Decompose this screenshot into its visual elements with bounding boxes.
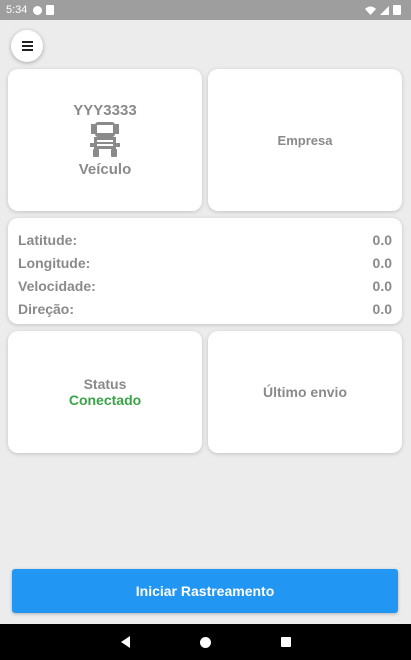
status-value: Conectado [68,392,142,408]
direction-label: Direção: [18,300,75,317]
speed-value: 0.0 [372,277,392,294]
speed-label: Velocidade: [18,277,96,294]
wifi-icon [365,6,376,15]
vehicle-label: Veículo [78,161,132,178]
status-bar: 5:34 [0,0,411,20]
hamburger-icon [21,40,33,43]
longitude-value: 0.0 [372,254,392,271]
battery-icon [393,5,401,15]
sd-card-icon [46,5,55,15]
back-icon[interactable] [120,636,130,648]
direction-row: Direção: 0.0 [18,297,392,320]
navigation-bar [0,624,411,660]
signal-icon [380,5,389,15]
status-time: 5:34 [6,4,28,16]
start-tracking-button[interactable]: Iniciar Rastreamento [12,569,398,613]
latitude-label: Latitude: [18,231,78,248]
last-send-label: Último envio [262,384,347,400]
menu-button[interactable] [11,30,43,62]
latitude-row: Latitude: 0.0 [18,228,392,251]
last-send-card: Último envio [208,331,402,453]
direction-value: 0.0 [372,300,392,317]
coordinates-card: Latitude: 0.0 Longitude: 0.0 Velocidade:… [8,218,402,324]
vehicle-plate: YYY3333 [73,102,137,119]
speed-row: Velocidade: 0.0 [18,274,392,297]
company-label: Empresa [277,132,333,148]
hamburger-icon-bar [21,49,33,52]
notification-icon [33,5,43,15]
status-card: Status Conectado [8,331,202,453]
vehicle-card: YYY3333 Veículo [8,69,202,211]
longitude-row: Longitude: 0.0 [18,251,392,274]
latitude-value: 0.0 [372,231,392,248]
recent-apps-icon[interactable] [280,637,291,647]
truck-icon [90,122,120,157]
company-card: Empresa [208,69,402,211]
longitude-label: Longitude: [18,254,91,271]
status-label: Status [83,376,127,392]
home-icon[interactable] [199,636,211,648]
hamburger-icon-bar [21,45,33,47]
